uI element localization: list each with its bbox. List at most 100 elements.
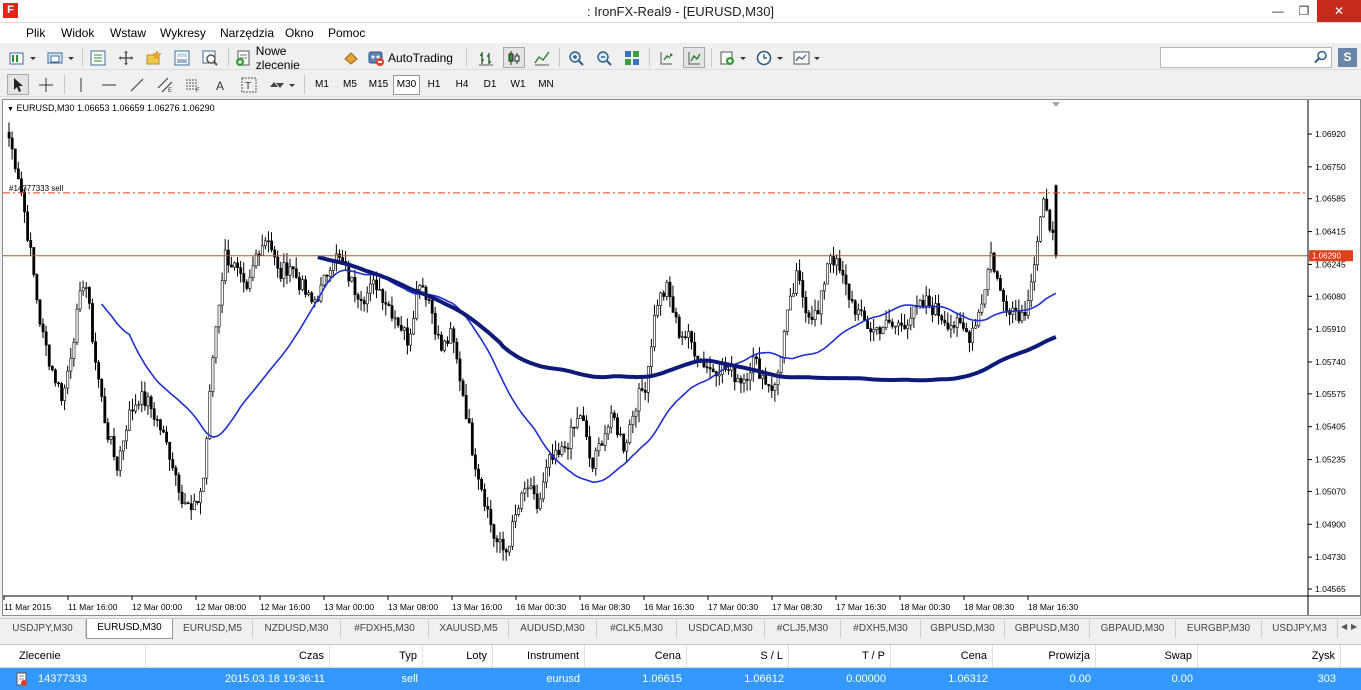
time-tick-label: 16 Mar 08:30 (580, 602, 630, 612)
timeframe-w1-button[interactable]: W1 (505, 75, 531, 95)
new-chart-button[interactable] (6, 47, 38, 68)
zoom-out-button[interactable] (593, 47, 615, 68)
col-lots[interactable]: Loty (423, 645, 493, 667)
indicators-button[interactable] (717, 47, 749, 68)
menu-pomoc[interactable]: Pomoc (328, 26, 365, 40)
timeframe-m30-button[interactable]: M30 (393, 75, 420, 95)
crosshair-button[interactable] (35, 74, 57, 95)
tab-scroll-left-icon[interactable]: ◀ (1341, 622, 1347, 631)
metaeditor-button[interactable] (340, 47, 362, 68)
zoom-in-button[interactable] (565, 47, 587, 68)
equidistant-channel-button[interactable]: E (154, 74, 176, 95)
line-chart-button[interactable] (531, 47, 553, 68)
col-commission[interactable]: Prowizja (993, 645, 1096, 667)
autotrading-button[interactable]: AutoTrading (366, 47, 458, 68)
templates-button[interactable] (791, 47, 823, 68)
col-price[interactable]: Cena (585, 645, 687, 667)
text-button[interactable]: A (210, 74, 232, 95)
strategy-tester-button[interactable] (199, 47, 221, 68)
candlestick-chart-button[interactable] (503, 47, 525, 68)
table-row[interactable]: 14377333 2015.03.18 19:36:11 sell eurusd… (0, 668, 1361, 690)
tab-nzdusd-m30[interactable]: NZDUSD,M30 (253, 620, 341, 638)
close-icon[interactable]: ✕ (1317, 0, 1361, 22)
arrows-button[interactable] (266, 74, 298, 95)
tab-usdcad-m30[interactable]: USDCAD,M30 (677, 620, 765, 638)
shift-marker-icon[interactable] (1052, 102, 1060, 107)
fibonacci-button[interactable]: F (182, 74, 204, 95)
price-chart[interactable]: 1.069201.067501.065851.064151.062451.060… (3, 100, 1360, 615)
tab-xauusd-m5[interactable]: XAUUSD,M5 (429, 620, 509, 638)
col-instrument[interactable]: Instrument (493, 645, 585, 667)
bar-chart-button[interactable] (475, 47, 497, 68)
text-label-button[interactable]: T (238, 74, 260, 95)
tab-usdjpy-m3[interactable]: USDJPY,M3 (1262, 620, 1338, 638)
timeframe-mn-button[interactable]: MN (533, 75, 559, 95)
menu-wstaw[interactable]: Wstaw (110, 26, 146, 40)
chart-shift-button[interactable] (655, 47, 677, 68)
price-axis: 1.069201.067501.065851.064151.062451.060… (1308, 129, 1346, 594)
col-current-price[interactable]: Cena (891, 645, 993, 667)
menu-widok[interactable]: Widok (61, 26, 94, 40)
signals-icon[interactable]: S (1338, 48, 1357, 67)
tab-eurusd-m5[interactable]: EURUSD,M5 (173, 620, 253, 638)
candle-body (32, 247, 36, 275)
profiles-button[interactable] (44, 47, 76, 68)
tab-gbpusd-m30[interactable]: GBPUSD,M30 (921, 620, 1005, 638)
tab-clj5-m30[interactable]: #CLJ5,M30 (765, 620, 841, 638)
order-tp: 0.00000 (846, 673, 886, 685)
vertical-line-button[interactable] (70, 74, 92, 95)
col-type[interactable]: Typ (330, 645, 423, 667)
timeframe-h1-button[interactable]: H1 (421, 75, 447, 95)
minimize-icon[interactable]: — (1264, 0, 1292, 22)
tab-gbpaud-m30[interactable]: GBPAUD,M30 (1090, 620, 1176, 638)
col-swap[interactable]: Swap (1096, 645, 1198, 667)
data-window-button[interactable] (115, 47, 137, 68)
search-icon[interactable] (1314, 50, 1328, 64)
search-input[interactable] (1160, 47, 1332, 68)
tile-windows-button[interactable] (621, 47, 643, 68)
tab-gbpusd-m30-2[interactable]: GBPUSD,M30 (1005, 620, 1090, 638)
restore-icon[interactable]: ❐ (1290, 0, 1318, 22)
col-sl[interactable]: S / L (687, 645, 789, 667)
navigator-button[interactable] (143, 47, 165, 68)
periods-button[interactable] (754, 47, 786, 68)
terminal-button[interactable] (171, 47, 193, 68)
time-tick-label: 18 Mar 16:30 (1028, 602, 1078, 612)
chart-ohlc-info: EURUSD,M30 1.06653 1.06659 1.06276 1.062… (16, 103, 215, 113)
autoscroll-button[interactable] (683, 47, 705, 68)
timeframe-m5-button[interactable]: M5 (337, 75, 363, 95)
tab-audusd-m30[interactable]: AUDUSD,M30 (509, 620, 597, 638)
candle-body (668, 281, 672, 298)
tab-dxh5-m30[interactable]: #DXH5,M30 (841, 620, 921, 638)
timeframe-m1-button[interactable]: M1 (309, 75, 335, 95)
tab-fdxh5-m30[interactable]: #FDXH5,M30 (341, 620, 429, 638)
timeframe-h4-button[interactable]: H4 (449, 75, 475, 95)
cursor-button[interactable] (7, 74, 29, 95)
horizontal-line-button[interactable] (98, 74, 120, 95)
trendline-button[interactable] (126, 74, 148, 95)
tab-eurgbp-m30[interactable]: EURGBP,M30 (1176, 620, 1262, 638)
col-order[interactable]: Zlecenie (14, 645, 146, 667)
market-watch-button[interactable] (87, 47, 109, 68)
tab-clk5-m30[interactable]: #CLK5,M30 (597, 620, 677, 638)
new-order-button[interactable]: Nowe zlecenie (234, 44, 334, 72)
menu-wykresy[interactable]: Wykresy (160, 26, 206, 40)
col-tp[interactable]: T / P (789, 645, 891, 667)
tab-usdjpy-m30[interactable]: USDJPY,M30 (0, 620, 86, 638)
menu-okno[interactable]: Okno (285, 26, 314, 40)
candle-body (63, 387, 67, 402)
candle-body (7, 131, 11, 139)
timeframe-m15-button[interactable]: M15 (365, 75, 392, 95)
chart-window[interactable]: 1.06920 1.06750 1.06585 1.06415 1.06245 1.060… (2, 99, 1361, 616)
chart-menu-arrow-icon[interactable]: ▼ (7, 106, 14, 113)
menu-narzedzia[interactable]: Narzędzia (220, 26, 274, 40)
candle-body (946, 322, 950, 330)
tab-eurusd-m30[interactable]: EURUSD,M30 (86, 619, 173, 639)
tab-scroll-right-icon[interactable]: ▶ (1351, 622, 1357, 631)
timeframe-d1-button[interactable]: D1 (477, 75, 503, 95)
candle-body (517, 508, 521, 515)
col-time[interactable]: Czas (146, 645, 330, 667)
menu-plik[interactable]: Plik (26, 26, 45, 40)
candle-body (189, 503, 193, 511)
col-profit[interactable]: Zysk (1198, 645, 1341, 667)
